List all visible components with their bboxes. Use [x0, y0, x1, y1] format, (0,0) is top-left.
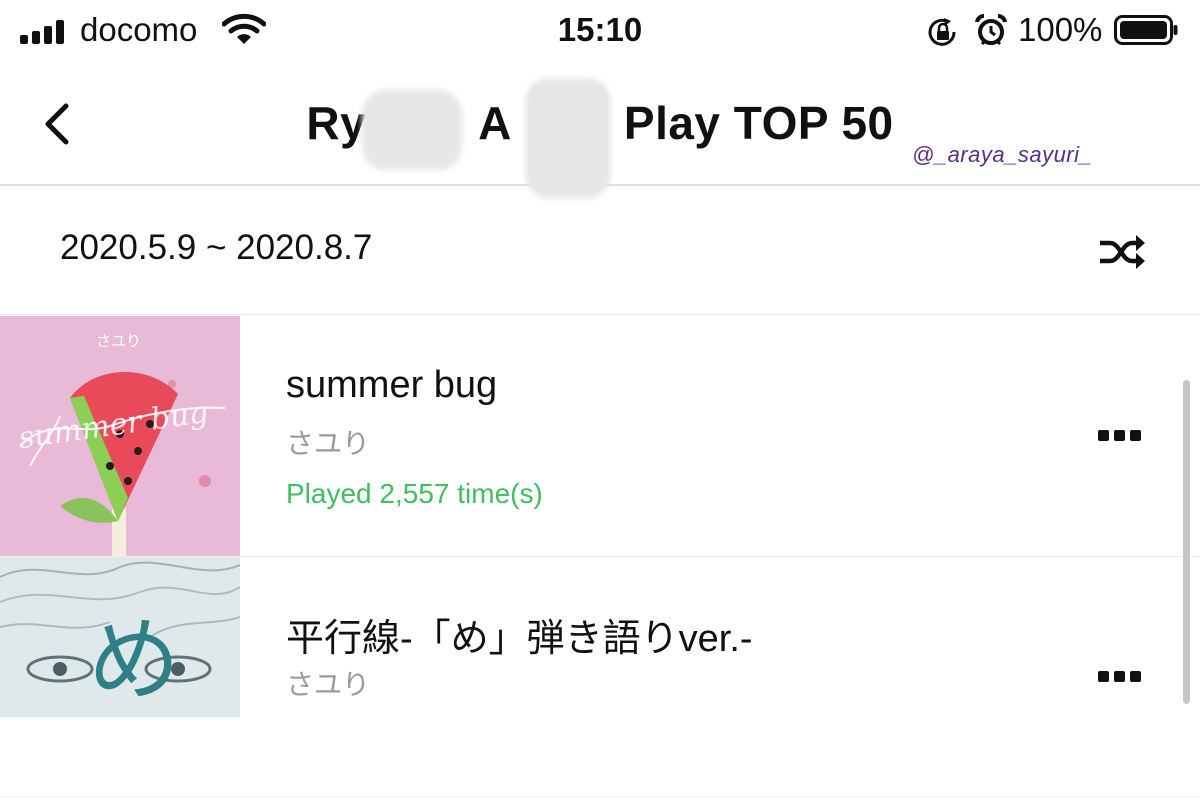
track-row[interactable]: め 平行線-「め」弾き語りver.- さユり — [0, 557, 1200, 798]
redaction-scribble — [525, 78, 611, 198]
play-count: Played 2,557 time(s) — [286, 478, 543, 509]
track-title: 平行線-「め」弾き語りver.- — [286, 618, 753, 660]
track-row[interactable]: さユり summer bug summer bug さユり Played 2,5… — [0, 316, 1200, 557]
title-part-3: Play TOP 50 — [623, 97, 894, 149]
battery-percent: 100% — [1018, 11, 1103, 48]
period-row: 2020.5.9 ~ 2020.8.7 — [0, 186, 1200, 315]
more-options-button[interactable] — [1098, 430, 1142, 442]
status-bar: docomo 15:10 100% — [0, 0, 1200, 64]
scrollbar[interactable] — [1183, 380, 1190, 704]
shuffle-icon[interactable] — [1098, 234, 1146, 270]
more-options-button[interactable] — [1098, 671, 1142, 683]
nav-bar: Ry A Play TOP 50 @_araya_sayuri_ — [0, 64, 1200, 198]
album-cover: さユり summer bug — [0, 316, 240, 556]
track-artist: さユり — [286, 669, 371, 700]
alarm-icon — [975, 13, 1007, 46]
title-part-2: A — [478, 97, 512, 149]
battery-icon — [1114, 15, 1178, 45]
title-part-1: Ry — [306, 97, 367, 149]
redaction-scribble — [362, 90, 462, 170]
cover-artist-label: さユり — [96, 332, 142, 350]
rotation-lock-icon — [928, 18, 956, 46]
watermark-handle: @_araya_sayuri_ — [912, 142, 1093, 167]
album-cover: め — [0, 557, 240, 797]
cover-glyph: め — [88, 607, 181, 714]
track-artist: さユり — [286, 428, 371, 459]
date-range: 2020.5.9 ~ 2020.8.7 — [60, 228, 373, 267]
track-title: summer bug — [286, 364, 498, 406]
